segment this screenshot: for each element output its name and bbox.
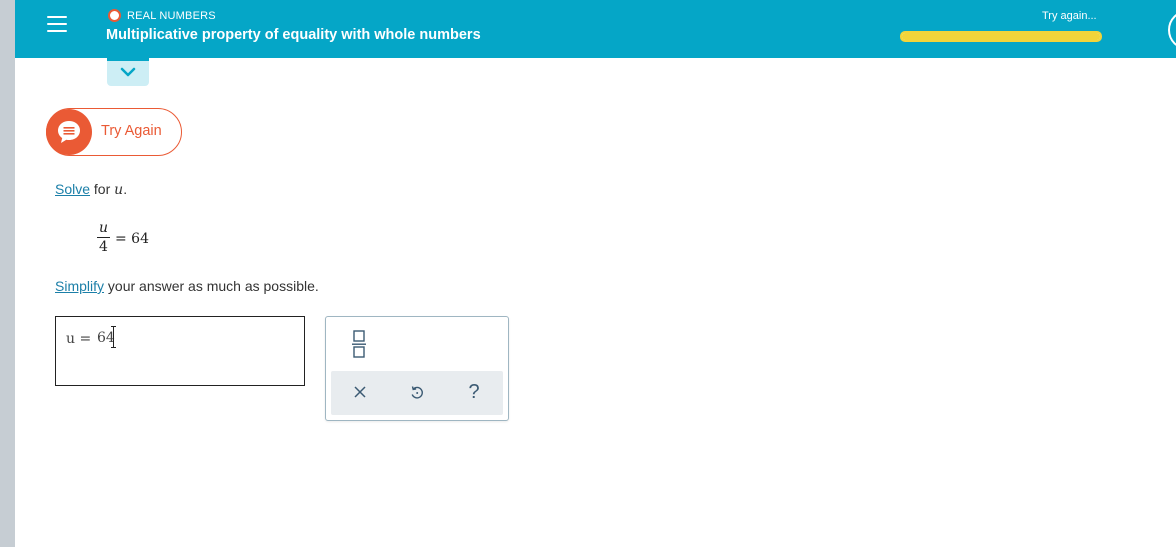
progress-tick: [978, 33, 981, 40]
undo-icon[interactable]: [404, 379, 430, 405]
message-bubble-icon: [46, 109, 92, 155]
simplify-link[interactable]: Simplify: [55, 278, 104, 294]
menu-icon[interactable]: [47, 16, 67, 36]
left-rail: [0, 0, 15, 547]
equation-rhs: = 64: [115, 231, 149, 247]
progress-tick: [1018, 33, 1021, 40]
header-bar: REAL NUMBERS Multiplicative property of …: [15, 0, 1176, 58]
progress-tick: [1059, 33, 1062, 40]
instruction-text: for: [90, 181, 115, 197]
progress-fill: [902, 33, 1100, 40]
fraction-template-icon[interactable]: [348, 329, 370, 359]
tool-action-row: ?: [331, 371, 503, 415]
progress-tick: [938, 33, 941, 40]
account-circle-icon[interactable]: [1168, 10, 1176, 50]
chevron-down-icon: [120, 67, 136, 77]
instruction-period: .: [123, 181, 128, 197]
text-cursor-icon: [111, 326, 116, 348]
equation-fraction: u 4: [97, 221, 110, 254]
clear-icon[interactable]: [347, 379, 373, 405]
question-instruction: Solve for u.: [55, 181, 127, 198]
status-text: Try again...: [1042, 10, 1097, 22]
progress-bar: [900, 31, 1102, 42]
topic-label: REAL NUMBERS: [127, 9, 216, 22]
answer-lhs: u =: [66, 331, 92, 347]
expand-header-button[interactable]: [107, 58, 149, 86]
try-again-feedback-button[interactable]: Try Again: [46, 108, 182, 156]
lesson-title: Multiplicative property of equality with…: [106, 27, 481, 43]
fraction-bar: [97, 237, 110, 238]
simplify-instruction: Simplify your answer as much as possible…: [55, 278, 319, 294]
topic-status-icon: [108, 9, 121, 22]
math-tool-palette: ?: [325, 316, 509, 421]
fraction-denominator: 4: [99, 239, 108, 255]
solve-link[interactable]: Solve: [55, 181, 90, 197]
answer-input[interactable]: u = 64: [55, 316, 305, 386]
fraction-numerator: u: [98, 220, 109, 236]
topic-row: REAL NUMBERS: [108, 9, 216, 22]
variable-u: u: [114, 182, 124, 198]
try-again-label: Try Again: [101, 123, 162, 139]
simplify-text: your answer as much as possible.: [104, 278, 319, 294]
help-button[interactable]: ?: [461, 379, 487, 405]
